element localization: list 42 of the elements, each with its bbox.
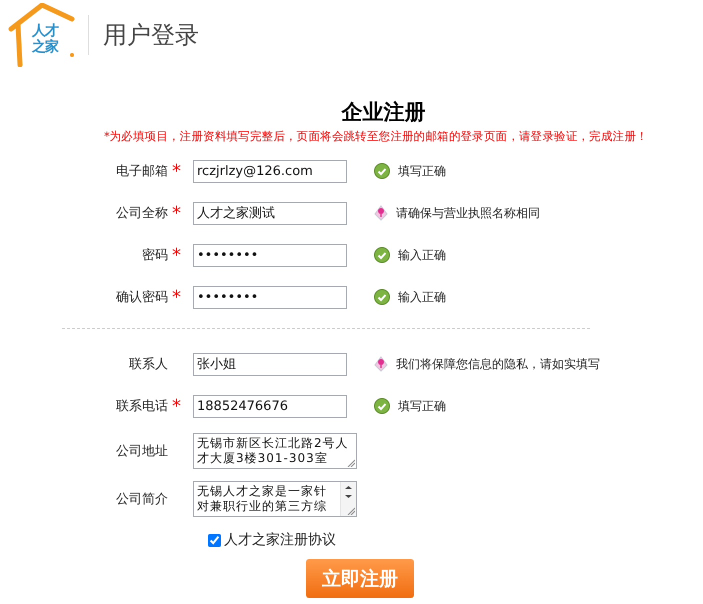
field-label: 密码 [142,247,168,264]
resize-grip-icon[interactable] [347,507,355,515]
exclamation-icon [374,205,388,221]
field-label: 确认密码 [116,289,168,306]
input-field[interactable]: rczjrlzy@126.com [193,160,347,182]
agreement-checkbox[interactable] [208,534,221,546]
check-icon [374,398,390,414]
field-label: 电子邮箱 [116,163,168,180]
text-area[interactable]: 无锡人才之家是一家针对兼职行业的第三方综 [193,481,357,517]
hint-text: 填写正确 [398,162,446,180]
required-mark: * [172,286,181,308]
hint-text: 输入正确 [398,288,446,306]
input-field[interactable]: 人才之家测试 [193,202,347,224]
hint-text: 填写正确 [398,398,446,414]
input-field[interactable]: •••••••• [193,286,347,308]
hint-text: 输入正确 [398,246,446,264]
field-label: 公司全称 [116,205,168,222]
input-field[interactable]: 18852476676 [193,394,347,418]
logo-text: 人才之家 [32,23,60,55]
page-title: 用户登录 [103,20,199,51]
required-note: *为必填项目，注册资料填写完整后，页面将会跳转至您注册的邮箱的登录页面，请登录验证，完成注册！ [104,129,649,144]
resize-grip-icon[interactable] [347,459,355,467]
hint-text: 我们将保障您信息的隐私，请如实填写 [396,356,600,372]
check-icon [374,163,390,179]
check-icon [374,289,390,305]
required-mark: * [172,396,181,416]
field-label: 联系人 [129,356,168,373]
check-icon [374,247,390,263]
input-field[interactable]: •••••••• [193,244,347,266]
required-mark: * [172,202,181,224]
required-mark: * [172,160,181,182]
field-label: 联系电话 [116,398,168,415]
agreement-link[interactable]: 人才之家注册协议 [224,531,336,549]
exclamation-icon [374,356,388,372]
text-area[interactable]: 无锡市新区长江北路2号人才大厦3楼301-303室 [193,433,357,469]
field-label: 公司简介 [116,491,168,508]
hint-text: 请确保与营业执照名称相同 [396,204,540,222]
field-label: 公司地址 [116,443,168,460]
required-mark: * [172,244,181,266]
scrollbar[interactable] [340,482,356,516]
form-title: 企业注册 [342,99,426,124]
input-field[interactable]: 张小姐 [193,352,347,376]
